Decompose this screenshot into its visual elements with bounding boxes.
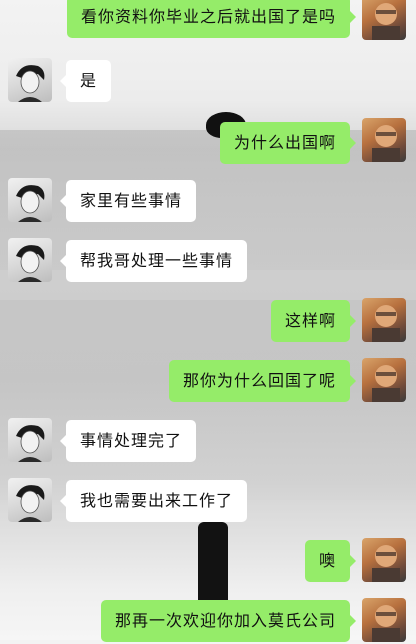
avatar-right-icon[interactable] [362,298,406,342]
avatar-right-icon[interactable] [362,538,406,582]
message-row: 帮我哥处理一些事情 [0,238,416,284]
avatar-left-icon[interactable] [8,418,52,462]
message-row: 为什么出国啊 [0,118,416,164]
avatar-left-icon[interactable] [8,58,52,102]
avatar-right-icon[interactable] [362,0,406,40]
message-row: 那你为什么回国了呢 [0,358,416,404]
message-row: 看你资料你毕业之后就出国了是吗 [0,0,416,42]
message-bubble-received[interactable]: 我也需要出来工作了 [59,480,248,522]
avatar-right-icon[interactable] [362,358,406,402]
avatar-left-icon[interactable] [8,238,52,282]
avatar-right-icon[interactable] [362,118,406,162]
message-bubble-sent[interactable]: 那你为什么回国了呢 [168,360,357,402]
message-bubble-sent[interactable]: 为什么出国啊 [219,122,357,164]
message-bubble-received[interactable]: 是 [59,60,112,102]
message-row: 那再一次欢迎你加入莫氏公司 [0,598,416,644]
avatar-left-icon[interactable] [8,178,52,222]
message-bubble-sent[interactable]: 这样啊 [270,300,357,342]
message-bubble-received[interactable]: 家里有些事情 [59,180,197,222]
message-row: 这样啊 [0,298,416,344]
message-bubble-sent[interactable]: 噢 [304,540,357,582]
message-row: 是 [0,58,416,104]
message-row: 事情处理完了 [0,418,416,464]
message-bubble-received[interactable]: 事情处理完了 [59,420,197,462]
message-row: 我也需要出来工作了 [0,478,416,524]
message-bubble-received[interactable]: 帮我哥处理一些事情 [59,240,248,282]
avatar-left-icon[interactable] [8,478,52,522]
message-bubble-sent[interactable]: 那再一次欢迎你加入莫氏公司 [100,600,357,642]
avatar-right-icon[interactable] [362,598,406,642]
message-row: 家里有些事情 [0,178,416,224]
message-bubble-sent[interactable]: 看你资料你毕业之后就出国了是吗 [66,0,357,38]
message-row: 噢 [0,538,416,584]
